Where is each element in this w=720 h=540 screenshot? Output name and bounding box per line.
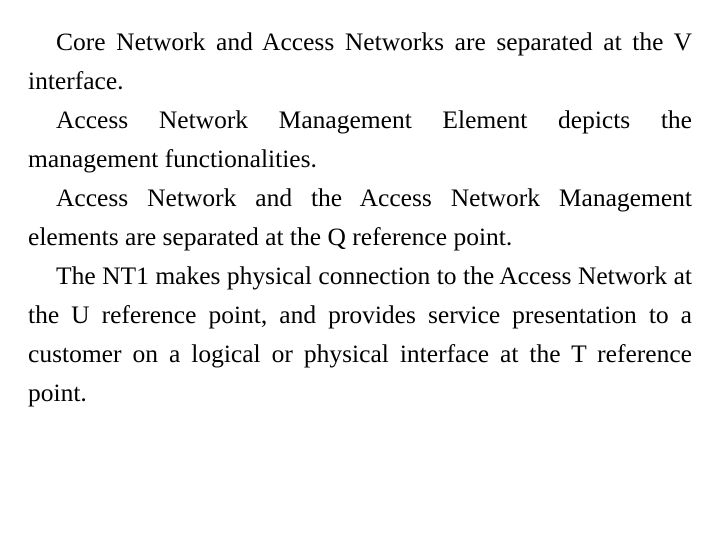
paragraph-access-network-management-element: Access Network Management Element depict… bbox=[28, 105, 692, 173]
paragraph-core-network: Core Network and Access Networks are sep… bbox=[28, 27, 692, 95]
paragraph-nt1-reference-points: The NT1 makes physical connection to the… bbox=[28, 261, 692, 407]
document-text-body: Core Network and Access Networks are sep… bbox=[28, 22, 692, 412]
paragraph-q-reference-point: Access Network and the Access Network Ma… bbox=[28, 183, 692, 251]
document-page: Core Network and Access Networks are sep… bbox=[0, 0, 720, 540]
